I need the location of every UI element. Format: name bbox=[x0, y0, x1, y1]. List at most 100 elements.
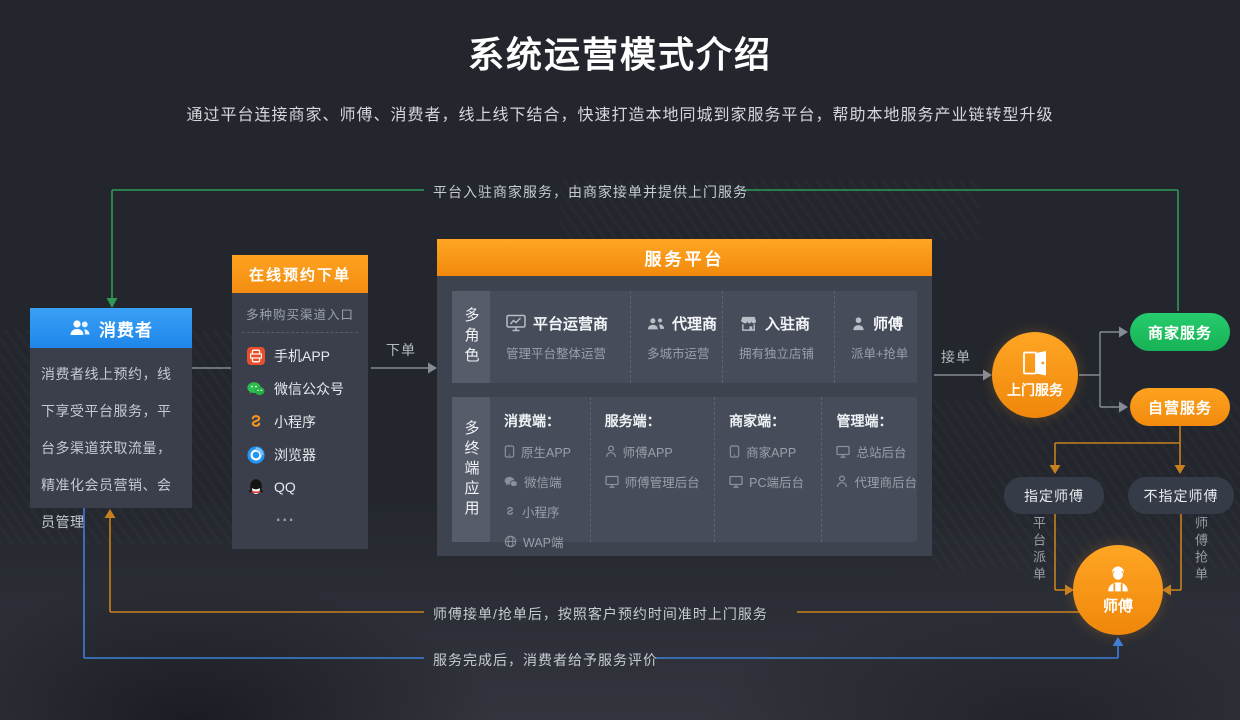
person-icon bbox=[605, 445, 617, 458]
role-column: 平台运营商 管理平台整体运营 bbox=[490, 291, 630, 383]
terminal-item: 总站后台 bbox=[836, 442, 917, 461]
door-icon bbox=[1020, 350, 1050, 377]
review-note-label: 服务完成后，消费者给予服务评价 bbox=[433, 650, 658, 670]
terminal-item-label: 原生APP bbox=[521, 442, 571, 461]
accept-order-label: 接单 bbox=[941, 347, 971, 367]
channel-label: 小程序 bbox=[274, 412, 316, 432]
role-desc: 管理平台整体运营 bbox=[506, 343, 630, 362]
terminal-item-label: 总站后台 bbox=[856, 442, 906, 461]
terminal-item: 小程序 bbox=[504, 502, 590, 521]
phone-icon bbox=[504, 445, 515, 458]
background-shadow bbox=[700, 600, 1240, 720]
terminal-item-label: 小程序 bbox=[522, 502, 560, 521]
master-icon bbox=[1103, 564, 1133, 592]
terminal-group: 服务端： 师傅APP 师傅管理后台 bbox=[590, 397, 714, 542]
page-title: 系统运营模式介绍 bbox=[0, 26, 1240, 78]
channel-item: 浏览器 bbox=[247, 445, 368, 465]
monitor-icon bbox=[836, 445, 850, 458]
terminal-group-header: 消费端： bbox=[504, 411, 590, 431]
terminal-item-label: WAP端 bbox=[523, 532, 564, 551]
worker-icon bbox=[851, 316, 866, 331]
terminal-item: 师傅管理后台 bbox=[605, 472, 714, 491]
terminal-item-label: 商家APP bbox=[746, 442, 796, 461]
dashed-divider bbox=[242, 332, 358, 333]
consumer-card-title: 消费者 bbox=[99, 316, 153, 341]
booking-card-subtitle: 多种购买渠道入口 bbox=[232, 304, 368, 323]
roles-panel: 多角色 平台运营商 管理平台整体运营 bbox=[452, 291, 917, 383]
merchant-loop-label: 平台入驻商家服务，由商家接单并提供上门服务 bbox=[433, 182, 748, 202]
role-column: 师傅 派单+抢单 bbox=[834, 291, 917, 383]
role-desc: 拥有独立店铺 bbox=[739, 343, 834, 362]
role-column: 代理商 多城市运营 bbox=[630, 291, 722, 383]
globe-icon bbox=[504, 535, 517, 548]
terminal-group-header: 商家端： bbox=[729, 411, 821, 431]
terminal-item: WAP端 bbox=[504, 532, 590, 551]
browser-icon bbox=[247, 446, 265, 464]
terminal-group: 消费端： 原生APP 微信端 小程序 bbox=[490, 397, 590, 542]
miniprogram-icon bbox=[247, 413, 265, 431]
monitor-chart-icon bbox=[506, 314, 526, 332]
merchant-service-pill: 商家服务 bbox=[1130, 313, 1230, 351]
terminals-panel: 多终端应用 消费端： 原生APP 微信端 小程序 bbox=[452, 397, 917, 542]
consumer-card-description: 消费者线上预约，线下享受平台服务，平台多渠道获取流量，精准化会员营销、会员管理 bbox=[30, 348, 192, 541]
channel-item: QQ bbox=[247, 478, 368, 496]
role-name: 平台运营商 bbox=[533, 313, 608, 334]
role-name: 师傅 bbox=[873, 313, 903, 334]
role-column: 入驻商 拥有独立店铺 bbox=[722, 291, 834, 383]
consumer-card: 消费者 消费者线上预约，线下享受平台服务，平台多渠道获取流量，精准化会员营销、会… bbox=[30, 308, 192, 508]
gray-arrowhead bbox=[1119, 327, 1128, 338]
platform-card-header: 服务平台 bbox=[437, 239, 932, 276]
role-desc: 派单+抢单 bbox=[851, 343, 917, 362]
terminals-panel-label: 多终端应用 bbox=[452, 397, 490, 542]
role-name: 入驻商 bbox=[765, 313, 810, 334]
infographic-canvas: 系统运营模式介绍 通过平台连接商家、师傅、消费者，线上线下结合，快速打造本地同城… bbox=[0, 0, 1240, 720]
miniprogram-gray-icon bbox=[504, 505, 516, 518]
master-label: 师傅 bbox=[1103, 595, 1133, 616]
gray-arrowhead bbox=[428, 363, 437, 374]
terminal-group: 管理端： 总站后台 代理商后台 bbox=[821, 397, 917, 542]
phone-icon bbox=[729, 445, 740, 458]
qq-icon bbox=[247, 478, 265, 496]
master-node: 师傅 bbox=[1073, 545, 1163, 635]
wechat-icon bbox=[247, 380, 265, 398]
channel-item: 小程序 bbox=[247, 412, 368, 432]
platform-dispatch-label: 平台派单 bbox=[1029, 516, 1048, 584]
channel-label: 微信公众号 bbox=[274, 379, 344, 399]
roles-panel-label: 多角色 bbox=[452, 291, 490, 383]
channel-label: 手机APP bbox=[274, 346, 330, 366]
phone-app-icon bbox=[247, 347, 265, 365]
booking-card: 在线预约下单 多种购买渠道入口 手机APP 微信公 bbox=[232, 255, 368, 549]
terminal-item: 代理商后台 bbox=[836, 472, 917, 491]
role-desc: 多城市运营 bbox=[647, 343, 722, 362]
booking-card-header: 在线预约下单 bbox=[232, 255, 368, 293]
place-order-label: 下单 bbox=[386, 340, 416, 360]
terminal-item-label: PC端后台 bbox=[749, 472, 804, 491]
terminal-item: 商家APP bbox=[729, 442, 821, 461]
gray-arrowhead bbox=[983, 370, 992, 381]
terminal-item: 师傅APP bbox=[605, 442, 714, 461]
wechat-gray-icon bbox=[504, 476, 518, 488]
assign-master-pill: 指定师傅 bbox=[1004, 477, 1104, 514]
monitor-icon bbox=[729, 475, 743, 488]
terminal-item: PC端后台 bbox=[729, 472, 821, 491]
terminal-item: 原生APP bbox=[504, 442, 590, 461]
terminal-item-label: 师傅管理后台 bbox=[625, 472, 700, 491]
green-arrowhead bbox=[107, 298, 118, 308]
terminal-item-label: 微信端 bbox=[524, 472, 562, 491]
agents-group-icon bbox=[647, 316, 665, 331]
role-name: 代理商 bbox=[672, 313, 717, 334]
terminal-item: 微信端 bbox=[504, 472, 590, 491]
store-icon bbox=[739, 315, 758, 332]
terminal-group-header: 管理端： bbox=[836, 411, 917, 431]
terminal-item-label: 代理商后台 bbox=[854, 472, 917, 491]
channels-more-ellipsis: ... bbox=[276, 508, 368, 526]
page-subtitle: 通过平台连接商家、师傅、消费者，线上线下结合，快速打造本地同城到家服务平台，帮助… bbox=[0, 101, 1240, 125]
master-grab-label: 师傅抢单 bbox=[1191, 516, 1210, 584]
person-icon bbox=[836, 475, 848, 488]
no-assign-master-pill: 不指定师傅 bbox=[1128, 477, 1234, 514]
channel-label: QQ bbox=[274, 479, 296, 495]
door-service-note-label: 师傅接单/抢单后，按照客户预约时间准时上门服务 bbox=[433, 604, 768, 624]
terminal-item-label: 师傅APP bbox=[623, 442, 673, 461]
terminal-group: 商家端： 商家APP PC端后台 bbox=[714, 397, 821, 542]
self-service-pill: 自营服务 bbox=[1130, 388, 1230, 426]
